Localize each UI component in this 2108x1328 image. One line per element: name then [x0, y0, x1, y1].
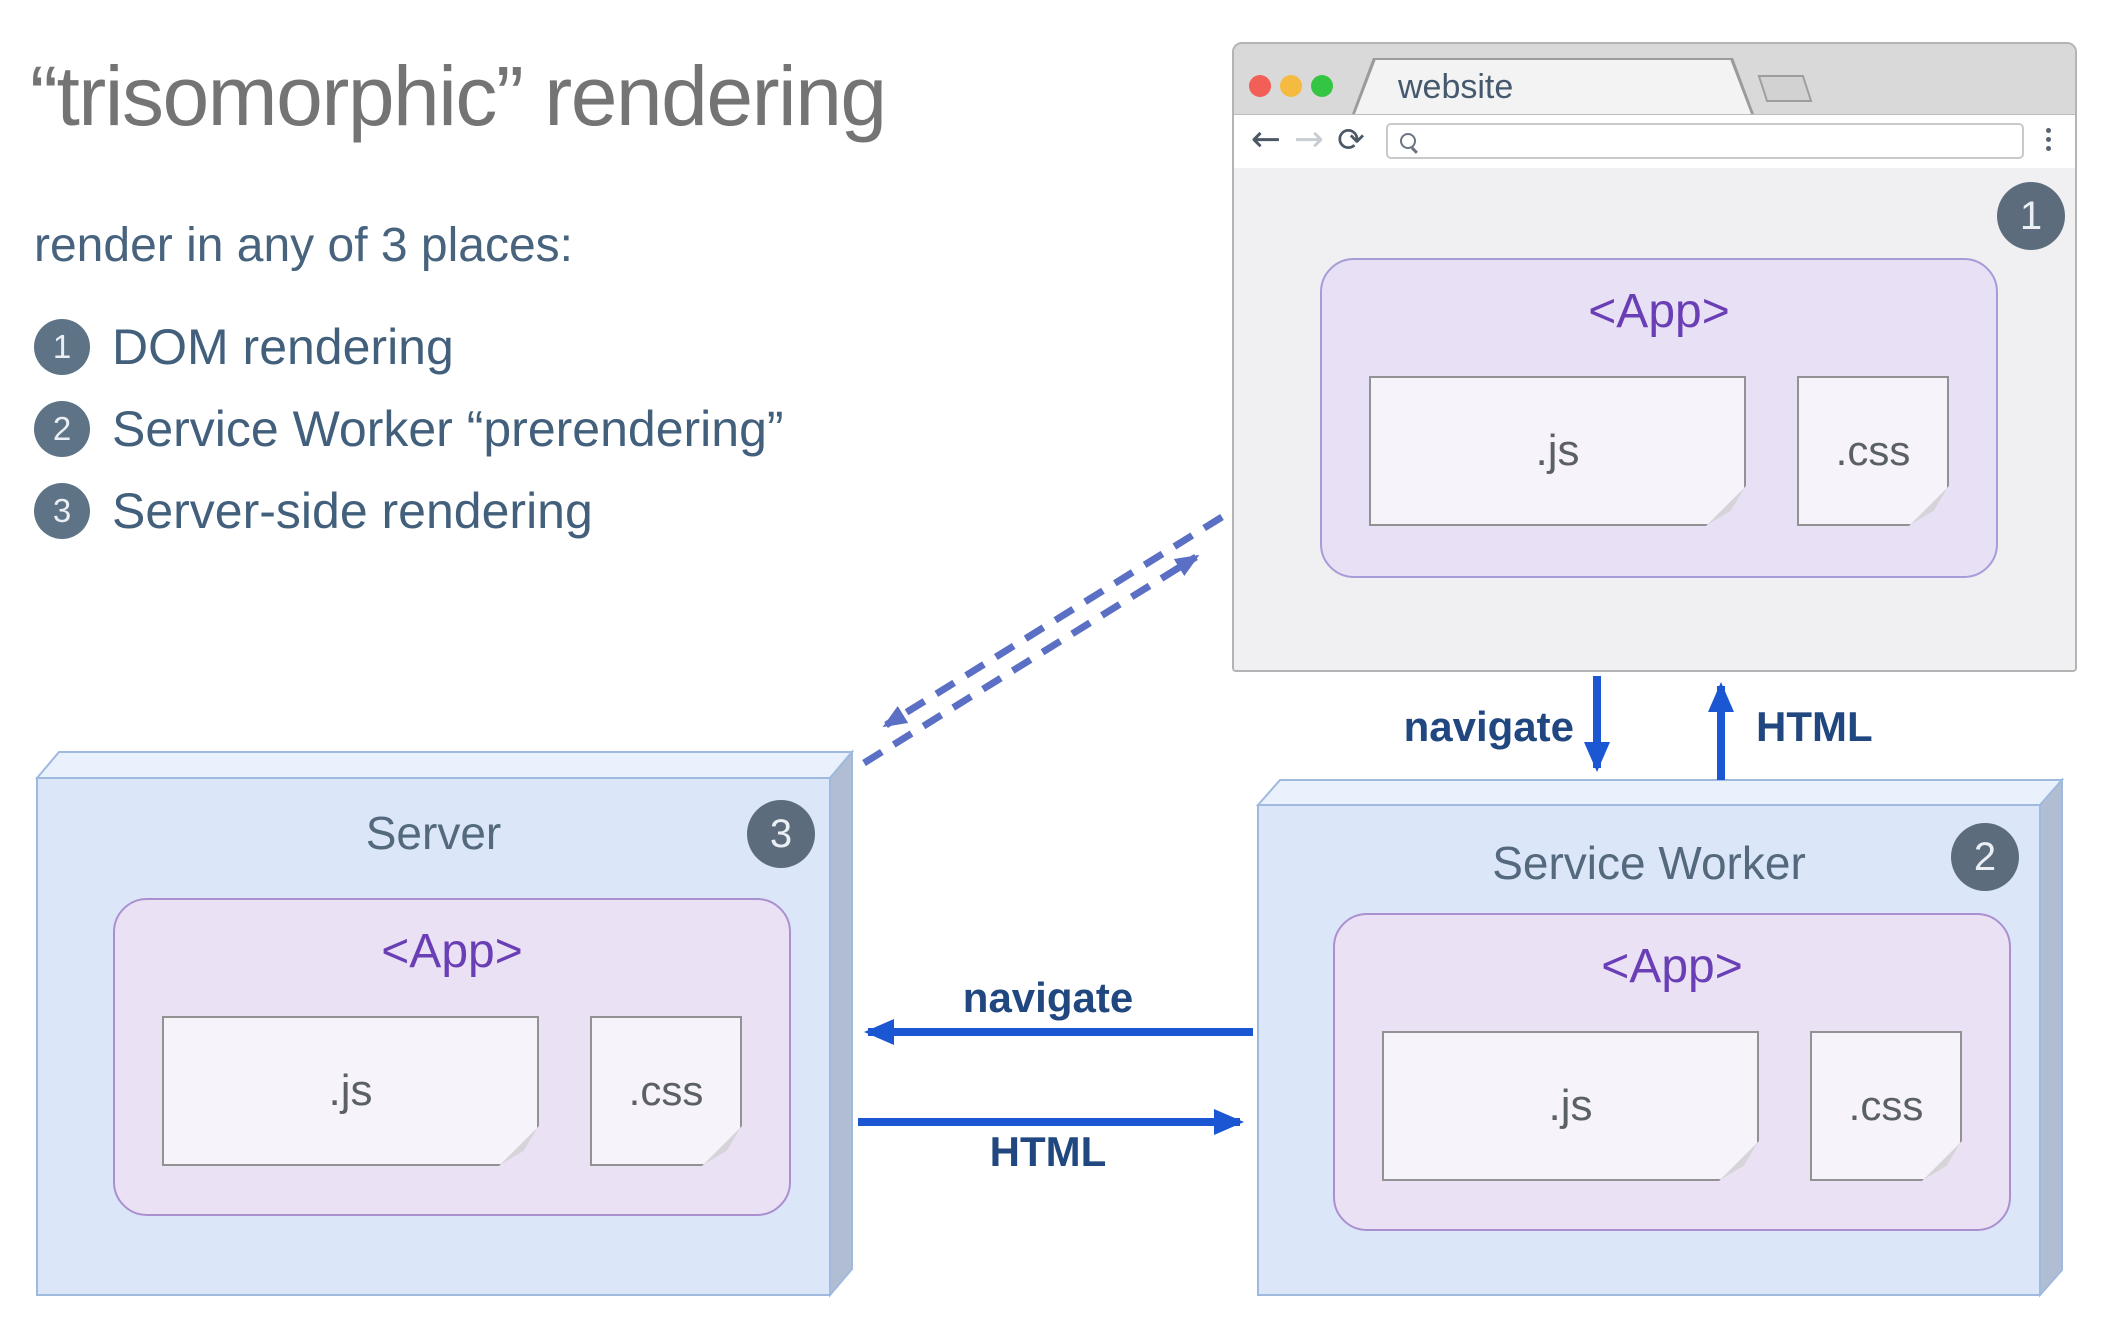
step-badge-2: 2: [1951, 823, 2019, 891]
step-badge-1: 1: [1997, 182, 2065, 250]
navigate-down-label: navigate: [1403, 703, 1574, 750]
html-right-label: HTML: [989, 1128, 1107, 1175]
step-badge-3: 3: [747, 800, 815, 868]
trisomorphic-rendering-diagram: “trisomorphic” rendering render in any o…: [0, 0, 2108, 1328]
navigate-left-label: navigate: [962, 974, 1134, 1021]
html-up-label: HTML: [1756, 703, 1873, 750]
